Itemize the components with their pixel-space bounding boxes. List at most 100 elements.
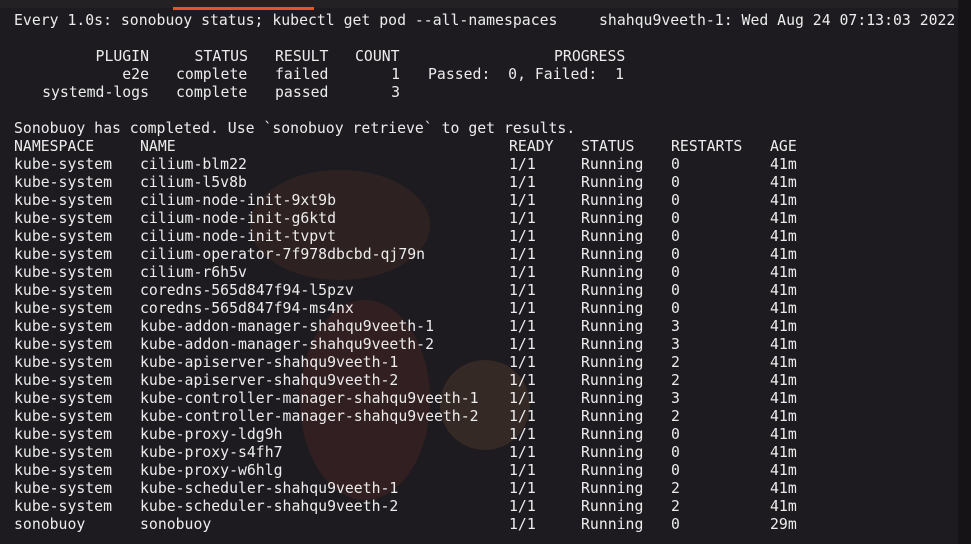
- cell-age: 41m: [770, 426, 797, 443]
- cell-namespace: kube-system: [14, 480, 112, 497]
- cell-age: 41m: [770, 156, 797, 173]
- cell-ready: 1/1: [509, 228, 536, 245]
- watch-command: Every 1.0s: sonobuoy status; kubectl get…: [14, 12, 558, 29]
- cell-name: cilium-operator-7f978dbcbd-qj79n: [140, 246, 426, 263]
- sonobuoy-message: Sonobuoy has completed. Use `sonobuoy re…: [14, 120, 576, 137]
- cell-status: Running: [581, 462, 644, 479]
- cell-namespace: kube-system: [14, 390, 112, 407]
- cell-namespace: kube-system: [14, 228, 112, 245]
- cell-namespace: kube-system: [14, 246, 112, 263]
- cell-status: Running: [581, 192, 644, 209]
- cell-status: Running: [581, 426, 644, 443]
- pod-row: kube-system kube-addon-manager-shahqu9vee…: [14, 318, 971, 336]
- cell-status: Running: [581, 318, 644, 335]
- pod-row: kube-system kube-addon-manager-shahqu9vee…: [14, 336, 971, 354]
- cell-status: Running: [581, 246, 644, 263]
- cell-name: kube-scheduler-shahqu9veeth-1: [140, 480, 399, 497]
- scrollbar-track[interactable]: [958, 0, 971, 544]
- cell-status: Running: [581, 390, 644, 407]
- col-header-status: STATUS: [194, 48, 248, 65]
- col-header-ready: READY: [509, 138, 554, 155]
- cell-namespace: kube-system: [14, 444, 112, 461]
- sonobuoy-header-row: PLUGIN STATUS RESULT COUNT PROGRESS: [14, 48, 971, 66]
- cell-namespace: kube-system: [14, 174, 112, 191]
- sonobuoy-row: systemd-logs complete passed 3: [14, 84, 971, 102]
- cell-age: 41m: [770, 480, 797, 497]
- cell-name: kube-scheduler-shahqu9veeth-2: [140, 498, 399, 515]
- cell-name: kube-proxy-ldg9h: [140, 426, 283, 443]
- cell-ready: 1/1: [509, 516, 536, 533]
- cell-age: 41m: [770, 462, 797, 479]
- cell-restarts: 3: [671, 390, 680, 407]
- cell-age: 41m: [770, 192, 797, 209]
- pod-row: kube-system kube-apiserver-shahqu9veeth-1…: [14, 354, 971, 372]
- cell-ready: 1/1: [509, 336, 536, 353]
- cell-name: cilium-l5v8b: [140, 174, 247, 191]
- cell-age: 41m: [770, 246, 797, 263]
- cell-ready: 1/1: [509, 174, 536, 191]
- pods-table: NAMESPACE NAME READY STATUS RESTARTS AGE kube-…: [14, 138, 971, 534]
- cell-name: kube-apiserver-shahqu9veeth-1: [140, 354, 399, 371]
- cell-status: Running: [581, 210, 644, 227]
- cell-namespace: kube-system: [14, 300, 112, 317]
- pod-row: kube-system cilium-operator-7f978dbcbd-qj…: [14, 246, 971, 264]
- cell-status: Running: [581, 228, 644, 245]
- cell-namespace: kube-system: [14, 354, 112, 371]
- cell-ready: 1/1: [509, 498, 536, 515]
- col-header-count: COUNT: [355, 48, 400, 65]
- terminal-output[interactable]: Every 1.0s: sonobuoy status; kubectl get…: [14, 12, 971, 544]
- cell-restarts: 2: [671, 354, 680, 371]
- cell-status: Running: [581, 336, 644, 353]
- cell-ready: 1/1: [509, 408, 536, 425]
- cell-plugin: e2e: [122, 66, 149, 83]
- cell-restarts: 2: [671, 480, 680, 497]
- cell-ready: 1/1: [509, 462, 536, 479]
- col-header-result: RESULT: [275, 48, 329, 65]
- pod-row: kube-system coredns-565d847f94-l5pzv 1/1 Ru…: [14, 282, 971, 300]
- cell-name: coredns-565d847f94-l5pzv: [140, 282, 354, 299]
- cell-name: cilium-node-init-tvpvt: [140, 228, 336, 245]
- pod-row: kube-system cilium-blm22 1/1 Running 0 41m: [14, 156, 971, 174]
- cell-age: 41m: [770, 390, 797, 407]
- cell-age: 29m: [770, 516, 797, 533]
- cell-name: kube-proxy-w6hlg: [140, 462, 283, 479]
- pod-row: kube-system kube-proxy-ldg9h 1/1 Running 0 41…: [14, 426, 971, 444]
- cell-namespace: kube-system: [14, 408, 112, 425]
- cell-ready: 1/1: [509, 372, 536, 389]
- col-header-name: NAME: [140, 138, 176, 155]
- cell-name: cilium-r6h5v: [140, 264, 247, 281]
- cell-name: cilium-blm22: [140, 156, 247, 173]
- cell-age: 41m: [770, 210, 797, 227]
- pods-header-row: NAMESPACE NAME READY STATUS RESTARTS AGE: [14, 138, 971, 156]
- cell-result: passed: [275, 84, 329, 101]
- cell-name: kube-addon-manager-shahqu9veeth-1: [140, 318, 434, 335]
- cell-namespace: kube-system: [14, 156, 112, 173]
- cell-status: Running: [581, 156, 644, 173]
- pod-row: kube-system cilium-l5v8b 1/1 Running 0 41m: [14, 174, 971, 192]
- col-header-age: AGE: [770, 138, 797, 155]
- cell-name: kube-controller-manager-shahqu9veeth-2: [140, 408, 479, 425]
- cell-status: Running: [581, 480, 644, 497]
- cell-restarts: 0: [671, 264, 680, 281]
- cell-restarts: 3: [671, 336, 680, 353]
- cell-restarts: 0: [671, 210, 680, 227]
- cell-count: 1: [391, 66, 400, 83]
- pod-row: kube-system kube-proxy-w6hlg 1/1 Running 0 41…: [14, 462, 971, 480]
- cell-name: cilium-node-init-9xt9b: [140, 192, 336, 209]
- cell-restarts: 0: [671, 282, 680, 299]
- cell-namespace: kube-system: [14, 498, 112, 515]
- cell-ready: 1/1: [509, 444, 536, 461]
- cell-ready: 1/1: [509, 354, 536, 371]
- cell-name: kube-proxy-s4fh7: [140, 444, 283, 461]
- active-tab-indicator: [173, 7, 314, 10]
- cell-age: 41m: [770, 300, 797, 317]
- cell-ready: 1/1: [509, 480, 536, 497]
- cell-ready: 1/1: [509, 426, 536, 443]
- cell-restarts: 0: [671, 174, 680, 191]
- cell-status: Running: [581, 300, 644, 317]
- pod-row: kube-system kube-scheduler-shahqu9veeth-1…: [14, 480, 971, 498]
- cell-namespace: sonobuoy: [14, 516, 86, 533]
- cell-ready: 1/1: [509, 156, 536, 173]
- cell-status: Running: [581, 498, 644, 515]
- cell-restarts: 0: [671, 444, 680, 461]
